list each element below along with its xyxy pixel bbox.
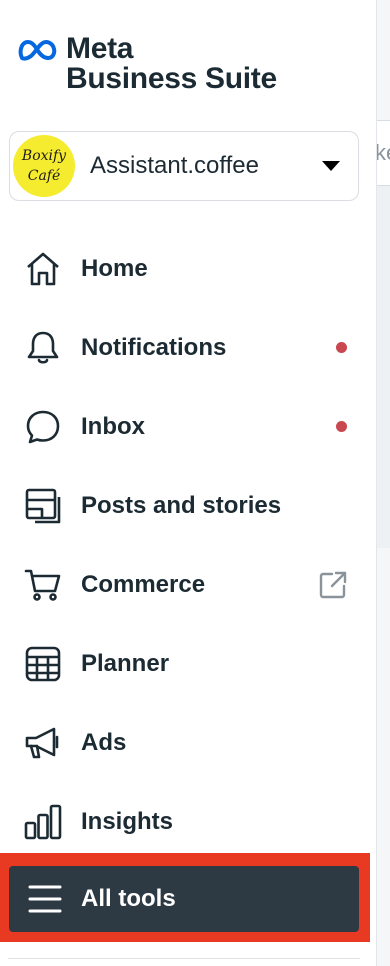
home-icon bbox=[24, 250, 62, 288]
nav-label-inbox: Inbox bbox=[81, 412, 145, 440]
nav-item-planner[interactable]: Planner bbox=[0, 624, 376, 703]
external-link-icon bbox=[319, 571, 347, 598]
partial-content-block bbox=[377, 186, 390, 548]
bar-chart-icon bbox=[24, 803, 62, 841]
nav-label-notifications: Notifications bbox=[81, 333, 227, 361]
brand-line-1: Meta bbox=[66, 32, 134, 65]
nav-label-insights: Insights bbox=[81, 807, 174, 835]
chat-bubble-icon bbox=[24, 408, 62, 446]
brand-line-2: Business Suite bbox=[66, 62, 277, 95]
inbox-badge bbox=[336, 421, 347, 432]
all-tools-label: All tools bbox=[81, 885, 176, 912]
nav-item-insights[interactable]: Insights bbox=[0, 782, 376, 861]
meta-logo-icon bbox=[18, 40, 57, 61]
main-nav: Home Notifications Inbox Posts and stori… bbox=[0, 229, 376, 861]
notification-badge bbox=[336, 342, 347, 353]
account-avatar: Boxify Café bbox=[13, 135, 75, 197]
nav-label-posts-and-stories: Posts and stories bbox=[81, 491, 282, 519]
account-name: Assistant.coffee bbox=[90, 152, 259, 179]
main-content-edge: ke bbox=[376, 0, 390, 966]
nav-item-inbox[interactable]: Inbox bbox=[0, 387, 376, 466]
calendar-grid-icon bbox=[24, 645, 62, 683]
bell-icon bbox=[24, 329, 62, 367]
nav-label-ads: Ads bbox=[81, 728, 127, 756]
brand-logo[interactable]: Meta Business Suite bbox=[18, 34, 277, 94]
avatar-text-line-1: Boxify bbox=[21, 148, 67, 164]
nav-item-ads[interactable]: Ads bbox=[0, 703, 376, 782]
hamburger-menu-icon bbox=[28, 885, 62, 913]
nav-item-posts-and-stories[interactable]: Posts and stories bbox=[0, 466, 376, 545]
nav-label-planner: Planner bbox=[81, 649, 170, 677]
partial-input-text: ke bbox=[376, 140, 390, 165]
caret-down-icon[interactable] bbox=[322, 161, 340, 171]
all-tools-button[interactable]: All tools bbox=[9, 866, 359, 932]
cart-icon bbox=[24, 566, 62, 604]
nav-item-notifications[interactable]: Notifications bbox=[0, 308, 376, 387]
avatar-text-line-2: Café bbox=[27, 168, 61, 184]
sidebar: Meta Business Suite Boxify Café Assistan… bbox=[0, 0, 376, 966]
megaphone-icon bbox=[24, 724, 62, 762]
posts-icon bbox=[24, 487, 62, 525]
nav-label-commerce: Commerce bbox=[81, 570, 206, 598]
nav-label-home: Home bbox=[81, 254, 148, 282]
account-switcher[interactable]: Boxify Café Assistant.coffee bbox=[9, 131, 359, 201]
divider bbox=[8, 958, 360, 959]
nav-item-commerce[interactable]: Commerce bbox=[0, 545, 376, 624]
brand-name: Meta Business Suite bbox=[66, 34, 277, 94]
nav-item-home[interactable]: Home bbox=[0, 229, 376, 308]
